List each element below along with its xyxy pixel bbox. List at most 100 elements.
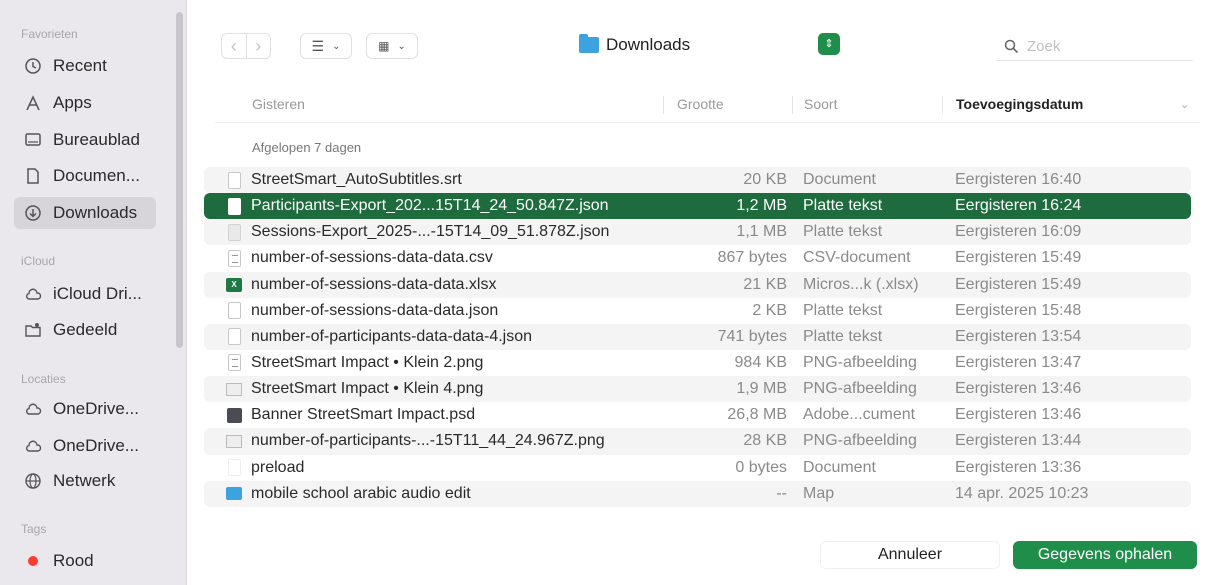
sidebar-scrollbar[interactable]	[176, 12, 183, 348]
file-date: Eergisteren 15:49	[955, 249, 1082, 267]
column-divider[interactable]	[792, 96, 793, 114]
file-row[interactable]: number-of-sessions-data-data.json 2 KB P…	[204, 298, 1191, 324]
file-row[interactable]: preload 0 bytes Document Eergisteren 13:…	[204, 455, 1191, 481]
sidebar-item-label: Rood	[53, 551, 94, 570]
network-icon	[24, 472, 42, 490]
file-row[interactable]: number-of-participants-...-15T11_44_24.9…	[204, 428, 1191, 455]
file-date: Eergisteren 13:44	[955, 432, 1082, 450]
sidebar-item-label: Documen...	[53, 166, 140, 185]
image-icon	[226, 380, 242, 398]
sidebar-item-label: OneDrive...	[53, 399, 139, 418]
back-button[interactable]: ‹	[222, 34, 246, 58]
document-icon	[226, 197, 242, 215]
file-name: mobile school arabic audio edit	[251, 484, 471, 502]
sidebar-item-label: iCloud Dri...	[53, 284, 142, 303]
file-name: Sessions-Export_2025-...-15T14_09_51.878…	[251, 223, 610, 241]
file-row[interactable]: StreetSmart Impact • Klein 2.png 984 KB …	[204, 350, 1191, 376]
column-header-name[interactable]: Gisteren	[252, 96, 305, 112]
file-row[interactable]: number-of-participants-data-data-4.json …	[204, 323, 1191, 350]
document-icon	[226, 171, 242, 189]
download-icon	[24, 204, 42, 222]
cancel-button[interactable]: Annuleer	[820, 541, 1000, 569]
file-name: number-of-sessions-data-data.csv	[251, 249, 493, 267]
location-stepper[interactable]: ⇕	[818, 33, 840, 55]
file-row-selected[interactable]: Participants-Export_202...15T14_24_50.84…	[204, 193, 1191, 220]
file-row[interactable]: X number-of-sessions-data-data.xlsx 21 K…	[204, 271, 1191, 298]
sidebar-item-label: Apps	[53, 93, 92, 112]
file-size: 2 KB	[752, 301, 787, 319]
image-icon	[226, 354, 242, 372]
file-row[interactable]: Sessions-Export_2025-...-15T14_09_51.878…	[204, 219, 1191, 246]
forward-button[interactable]: ›	[245, 34, 271, 58]
sidebar-item-onedrive-1[interactable]: OneDrive...	[14, 393, 156, 425]
file-date: Eergisteren 16:40	[955, 171, 1082, 188]
file-name: StreetSmart Impact • Klein 4.png	[251, 380, 484, 398]
sidebar-item-shared[interactable]: Gedeeld	[14, 314, 156, 346]
grid-icon: ▦	[378, 39, 390, 53]
file-name: number-of-sessions-data-data.xlsx	[251, 275, 497, 293]
navigation-buttons: ‹ ›	[221, 33, 271, 59]
column-header-date[interactable]: Toevoegingsdatum	[956, 96, 1083, 112]
file-size: 984 KB	[734, 353, 787, 371]
group-label: Afgelopen 7 dagen	[252, 140, 362, 155]
blank-document-icon	[226, 459, 242, 477]
header-divider	[215, 122, 1200, 123]
desktop-icon	[24, 131, 42, 149]
file-date: Eergisteren 13:46	[955, 406, 1082, 424]
file-size: 20 KB	[743, 171, 787, 188]
file-size: --	[776, 484, 787, 502]
sort-chevron-icon[interactable]: ⌄	[1180, 98, 1189, 111]
clock-icon	[24, 57, 42, 75]
excel-icon: X	[226, 276, 242, 294]
column-header-kind[interactable]: Soort	[804, 96, 837, 112]
file-row[interactable]: mobile school arabic audio edit -- Map 1…	[204, 480, 1191, 507]
file-kind: CSV-document	[803, 249, 911, 267]
file-kind: Map	[803, 484, 835, 502]
file-row[interactable]: StreetSmart_AutoSubtitles.srt 20 KB Docu…	[204, 167, 1191, 194]
folder-icon	[226, 485, 242, 503]
location-label: Downloads	[606, 35, 691, 54]
file-size: 26,8 MB	[727, 406, 787, 424]
sidebar-section-icloud: iCloud	[21, 254, 56, 268]
toolbar: ‹ › ☰ ⌄ ▦ ⌄ Downloads ⇕	[188, 0, 1208, 88]
file-size: 867 bytes	[717, 249, 787, 267]
sidebar-item-recent[interactable]: Recent	[14, 50, 156, 82]
file-date: Eergisteren 13:47	[955, 353, 1082, 371]
file-size: 28 KB	[743, 432, 787, 450]
column-divider[interactable]	[663, 96, 664, 114]
file-row[interactable]: StreetSmart Impact • Klein 4.png 1,9 MB …	[204, 376, 1191, 403]
sidebar-item-downloads[interactable]: Downloads	[14, 197, 156, 229]
sidebar-item-onedrive-2[interactable]: OneDrive...	[14, 430, 156, 462]
sidebar-item-tag-red[interactable]: Rood	[14, 545, 156, 577]
sidebar-item-icloud-drive[interactable]: iCloud Dri...	[14, 278, 156, 310]
file-row[interactable]: number-of-sessions-data-data.csv 867 byt…	[204, 245, 1191, 271]
column-header-size[interactable]: Grootte	[677, 96, 724, 112]
sidebar-item-label: Downloads	[53, 203, 138, 222]
file-size: 741 bytes	[717, 327, 787, 345]
column-divider[interactable]	[942, 96, 943, 114]
cloud-icon	[24, 437, 42, 455]
sidebar-section-tags: Tags	[21, 522, 47, 536]
confirm-button[interactable]: Gegevens ophalen	[1013, 541, 1197, 569]
search-input[interactable]	[1027, 38, 1177, 55]
file-kind: Document	[803, 458, 876, 476]
search-field[interactable]	[996, 33, 1193, 61]
cloud-icon	[24, 400, 42, 418]
file-date: Eergisteren 15:49	[955, 275, 1082, 293]
file-row[interactable]: Banner StreetSmart Impact.psd 26,8 MB Ad…	[204, 402, 1191, 428]
location-selector[interactable]: Downloads	[579, 30, 839, 60]
sidebar-section-locations: Locaties	[21, 372, 66, 386]
sidebar-item-desktop[interactable]: Bureaublad	[14, 124, 156, 156]
file-name: StreetSmart_AutoSubtitles.srt	[251, 171, 462, 188]
group-view-button[interactable]: ▦ ⌄	[366, 33, 418, 59]
sidebar-item-documents[interactable]: Documen...	[14, 160, 156, 192]
file-kind: Platte tekst	[803, 327, 883, 345]
sidebar: Favorieten Recent Apps Bureaublad Docume…	[0, 0, 187, 585]
list-view-button[interactable]: ☰ ⌄	[300, 33, 352, 59]
search-icon	[1004, 39, 1019, 54]
sidebar-item-network[interactable]: Netwerk	[14, 465, 156, 497]
document-icon	[24, 167, 42, 185]
file-kind: PNG-afbeelding	[803, 353, 917, 371]
file-kind: PNG-afbeelding	[803, 432, 917, 450]
sidebar-item-apps[interactable]: Apps	[14, 87, 156, 119]
